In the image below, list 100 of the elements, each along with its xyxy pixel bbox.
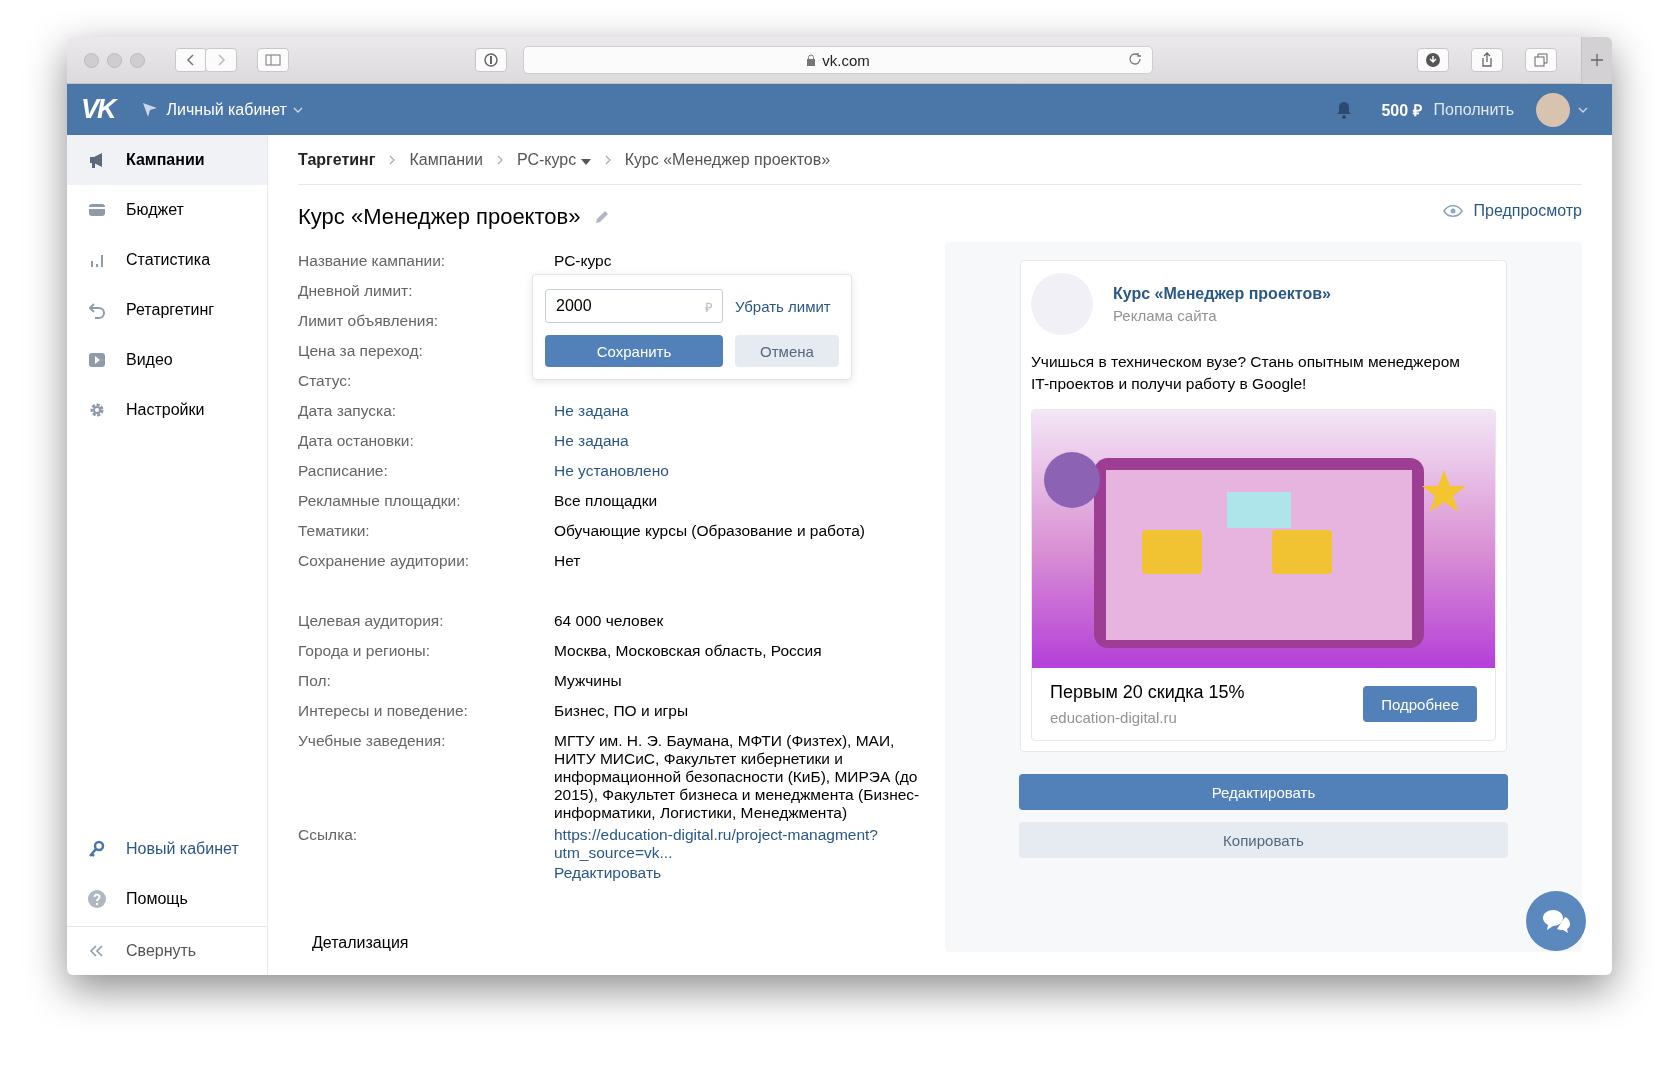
wallet-icon [88, 201, 106, 219]
more-button[interactable]: Подробнее [1363, 686, 1477, 722]
field-label: Целевая аудитория: [298, 611, 445, 630]
ad-title[interactable]: Курс «Менеджер проектов» [1113, 284, 1331, 303]
vk-logo[interactable]: VK [81, 94, 115, 125]
field-label: Дата запуска: [298, 401, 398, 420]
field-label: Рекламные площадки: [298, 491, 462, 510]
settings-icon [88, 401, 106, 419]
cancel-button[interactable]: Отмена [735, 335, 839, 367]
field-label: Учебные заведения: [298, 731, 447, 750]
page-title: Курс «Менеджер проектов» [298, 203, 581, 230]
sidebar-item[interactable]: Статистика [67, 235, 267, 285]
field-value: Бизнес, ПО и игры [554, 701, 689, 720]
field-link[interactable]: Не задана [554, 428, 629, 450]
edit-link[interactable]: Редактировать [554, 864, 662, 882]
flag-icon [140, 100, 159, 119]
window-close-button[interactable] [84, 52, 99, 68]
field-link[interactable]: Не задана [554, 398, 629, 420]
offer-text: Первым 20 скидка 15% [1050, 682, 1245, 703]
breadcrumb-link[interactable]: РС-курс [516, 150, 591, 169]
lock-icon [806, 54, 817, 66]
field-value: Москва, Московская область, Россия [554, 641, 822, 660]
play-icon [88, 351, 106, 369]
return-arrow-icon [88, 301, 106, 319]
domain-text: education-digital.ru [1050, 709, 1178, 726]
top-up-link[interactable]: Пополнить [1433, 100, 1514, 119]
back-button[interactable] [175, 48, 207, 72]
field-label: Дневной лимит: [298, 281, 414, 300]
sidebar-item[interactable]: Помощь [67, 874, 267, 924]
window-zoom-button[interactable] [130, 52, 145, 68]
avatar[interactable] [1536, 92, 1570, 127]
plus-icon [1590, 53, 1604, 67]
sidebar-button[interactable] [257, 48, 289, 72]
sidebar-item[interactable]: Новый кабинет [67, 824, 267, 874]
preview-link[interactable]: Предпросмотр [1443, 201, 1582, 220]
tabs-button[interactable] [1525, 48, 1557, 72]
sidebar-item[interactable]: Ретаргетинг [67, 285, 267, 335]
field-label: Города и регионы: [298, 641, 431, 660]
field-value: Мужчины [554, 671, 622, 690]
breadcrumb-link[interactable]: Курс «Менеджер проектов» [624, 150, 831, 169]
sidebar-item[interactable]: Настройки [67, 385, 267, 435]
sidebar-item[interactable]: Бюджет [67, 185, 267, 235]
window-minimize-button[interactable] [107, 52, 122, 68]
field-label: Сохранение аудитории: [298, 551, 471, 570]
sidebar-icon [265, 52, 281, 68]
sidebar-item[interactable]: Кампании [67, 135, 267, 185]
chevron-icon [604, 154, 611, 165]
sidebar-item[interactable]: Видео [67, 335, 267, 385]
field-label: Расписание: [298, 461, 389, 480]
field-value: Нет [554, 551, 581, 570]
field-value: РС-курс [554, 251, 612, 270]
field-label: Дата остановки: [298, 431, 415, 450]
chevron-icon [496, 154, 503, 165]
breadcrumb-link[interactable]: Кампании [409, 150, 483, 169]
field-link[interactable]: Не установлено [554, 458, 669, 480]
balance: 500 ₽ [1381, 100, 1422, 121]
field-value: МГТУ им. Н. Э. Баумана, МФТИ (Физтех), МАИ, НИТУ МИСиС, Факультет кибернетики и информационной безопасности (КиБ), МИРЭА (до 2015), Факультет бизнеса и менеджмента (Бизнес-информатики, Логистики, Менеджмента) [554, 731, 921, 822]
dropdown-caret-icon [580, 158, 591, 165]
field-value: Все площадки [554, 491, 658, 510]
caret-icon[interactable] [1578, 106, 1588, 113]
currency-label: ₽ [705, 299, 713, 316]
share-button[interactable] [1471, 48, 1503, 72]
help-icon [88, 890, 106, 908]
edit-button[interactable]: Редактировать [1019, 774, 1508, 810]
bell-icon [1335, 100, 1354, 119]
reload-icon[interactable] [1128, 52, 1142, 66]
tabs-icon [1533, 52, 1549, 68]
breadcrumb-link[interactable]: Таргетинг [298, 150, 376, 169]
field-label: Цена за переход: [298, 341, 424, 360]
field-label: Тематики: [298, 521, 371, 540]
field-label: Ссылка: [298, 825, 359, 844]
privacy-icon [483, 52, 499, 68]
ad-subtitle: Реклама сайта [1113, 306, 1218, 324]
chat-bubbles-icon [1540, 908, 1572, 934]
forward-button[interactable] [205, 48, 237, 72]
field-label: Пол: [298, 671, 332, 690]
field-label: Статус: [298, 371, 353, 390]
section-heading: Детализация [312, 934, 410, 952]
field-label: Лимит объявления: [298, 311, 440, 330]
field-label: Интересы и поведение: [298, 701, 469, 720]
download-button[interactable] [1417, 48, 1449, 72]
caret-icon [292, 106, 303, 113]
remove-limit-link[interactable]: Убрать лимит [735, 297, 839, 315]
new-tab-button[interactable] [1581, 37, 1612, 84]
share-icon [1479, 52, 1495, 68]
field-link[interactable]: https://education-digital.ru/project-managment?utm_source=vk... [554, 822, 926, 862]
cabinet-menu[interactable]: Личный кабинет [166, 100, 303, 119]
ad-text: Учишься в техническом вузе? Стань опытным менеджером IT-проектов и получи работу в Google! [1031, 352, 1461, 394]
copy-button[interactable]: Копировать [1019, 822, 1508, 858]
chevron-icon [389, 154, 396, 165]
download-icon [1425, 52, 1441, 68]
field-value: Обучающие курсы (Образование и работа) [554, 521, 865, 540]
pencil-icon [594, 208, 611, 225]
field-value: 64 000 человек [554, 611, 664, 630]
address-bar[interactable]: vk.com [523, 46, 1153, 74]
key-icon [88, 840, 106, 858]
field-label: Название кампании: [298, 251, 447, 270]
collapse-button[interactable]: Свернуть [67, 926, 267, 975]
save-button[interactable]: Сохранить [545, 335, 723, 367]
privacy-button[interactable] [475, 48, 507, 72]
